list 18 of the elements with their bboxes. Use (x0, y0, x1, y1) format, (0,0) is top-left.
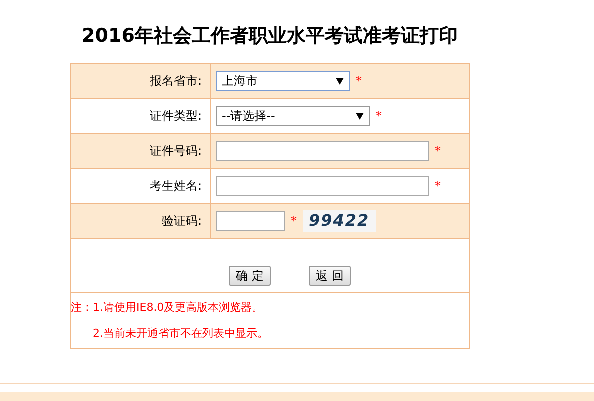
dropdown[interactable]: --请选择-- (216, 106, 370, 126)
required-mark: * (356, 73, 362, 90)
required-mark: * (291, 213, 297, 230)
field-label: 报名省市: (150, 73, 202, 90)
note-text: 注：1.请使用IE8.0及更高版本浏览器。 (71, 300, 264, 316)
required-mark: * (435, 143, 441, 160)
field-label: 验证码: (162, 213, 202, 230)
note-text: 2.当前未开通省市不在列表中显示。 (92, 326, 270, 342)
dropdown[interactable]: 上海市 (216, 71, 350, 91)
required-mark: * (435, 178, 441, 195)
form-button[interactable]: 确 定 (229, 266, 271, 286)
page-title: 2016年社会工作者职业水平考试准考证打印 (81, 24, 459, 49)
form-button[interactable]: 返 回 (309, 266, 351, 286)
field-label: 考生姓名: (150, 178, 202, 195)
required-mark: * (376, 108, 382, 125)
field-label: 证件类型: (150, 108, 202, 125)
field-label: 证件号码: (150, 143, 202, 160)
captcha-image[interactable]: 99422 (303, 210, 376, 232)
